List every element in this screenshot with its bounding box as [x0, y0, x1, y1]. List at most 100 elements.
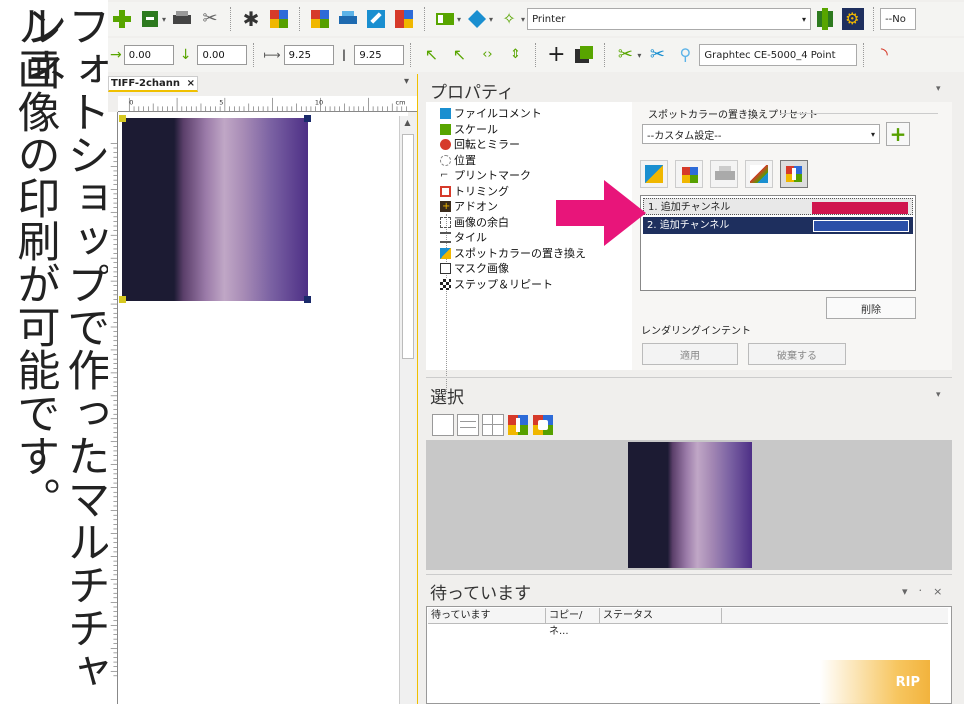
printer-icon[interactable]	[171, 8, 193, 30]
scrollbar-thumb[interactable]	[402, 134, 414, 359]
single-view-button[interactable]	[432, 414, 454, 436]
tree-item-label: スケール	[454, 122, 498, 136]
chevron-down-icon[interactable]: ▾	[404, 76, 409, 87]
printer-color-icon[interactable]	[337, 8, 359, 30]
channel-row[interactable]: 2. 追加チャンネル	[643, 217, 913, 234]
document-scrollbar[interactable]: ▲	[399, 116, 415, 704]
color-blocks-icon[interactable]	[393, 8, 415, 30]
cutter-icon[interactable]: ⚲	[674, 44, 696, 66]
tree-item-label: 画像の余白	[454, 215, 509, 229]
width-field[interactable]: 9.25	[283, 45, 334, 65]
fit-height-icon[interactable]: ⇕	[504, 44, 526, 66]
x-position-field[interactable]: 0.00	[123, 45, 174, 65]
zoom-out-icon[interactable]: ↖	[448, 44, 470, 66]
fit-width-icon[interactable]: ‹›	[476, 44, 498, 66]
channel-list[interactable]: 1. 追加チャンネル 2. 追加チャンネル	[640, 195, 916, 291]
rendering-intent-label: レンダリングインテント	[641, 326, 751, 337]
tree-item-file-comment[interactable]: ファイルコメント	[434, 106, 586, 122]
printer-combo[interactable]: Printer ▾	[527, 8, 812, 30]
printer-button[interactable]	[710, 160, 738, 188]
chevron-down-icon[interactable]: ▾	[637, 51, 641, 60]
width-value: 9.25	[288, 49, 311, 61]
nest-icon[interactable]	[466, 8, 488, 30]
queue-col-status[interactable]: ステータス	[600, 608, 722, 623]
printer-settings-icon[interactable]	[814, 8, 836, 30]
settings-icon[interactable]: ✱	[240, 8, 262, 30]
queue-col-copies[interactable]: コピー/ネ...	[546, 608, 600, 637]
queue-header: 待っています コピー/ネ... ステータス	[428, 608, 948, 637]
delete-button[interactable]: 削除	[826, 297, 916, 319]
grid-view-button[interactable]	[482, 414, 504, 436]
selection-preview-image[interactable]	[628, 442, 752, 568]
apply-button[interactable]: 適用	[642, 343, 738, 365]
right-combo[interactable]: --No	[880, 8, 917, 30]
discard-button[interactable]: 破棄する	[748, 343, 846, 365]
channel-row[interactable]: 1. 追加チャンネル	[643, 198, 913, 215]
cut-settings-icon[interactable]: ✂	[646, 44, 668, 66]
ruler-icon[interactable]	[365, 8, 387, 30]
resize-handle[interactable]	[119, 296, 126, 303]
channel-color-swatch[interactable]	[812, 202, 908, 214]
chevron-down-icon[interactable]: ▾	[457, 15, 461, 24]
queue-panel-controls[interactable]: ▾ ᛫ ×	[902, 585, 945, 598]
zoom-in-icon[interactable]: ↖	[420, 44, 442, 66]
multichannel-image[interactable]	[122, 118, 308, 301]
toolbar-separator	[604, 43, 606, 67]
channel-view-button[interactable]	[507, 414, 529, 436]
list-view-button[interactable]	[457, 414, 479, 436]
channel-info-button[interactable]	[780, 160, 808, 188]
tree-item-position[interactable]: 位置	[434, 153, 586, 169]
selection-title: 選択	[430, 388, 464, 408]
cut-contour-icon[interactable]: ✂	[614, 44, 636, 66]
cut-start-icon[interactable]: ◝	[873, 44, 895, 66]
tree-item-mask-image[interactable]: マスク画像	[434, 261, 586, 277]
right-combo-value: --No	[885, 13, 906, 25]
magic-wand-icon[interactable]: ✧	[498, 8, 520, 30]
height-field[interactable]: 9.25	[354, 45, 405, 65]
document-tab[interactable]: TIFF-2chann ×	[108, 76, 198, 92]
crosshair-icon[interactable]: +	[545, 44, 567, 66]
tree-item-scale[interactable]: スケール	[434, 122, 586, 138]
panel-splitter[interactable]	[417, 74, 424, 704]
queue-col-waiting[interactable]: 待っています	[428, 608, 546, 623]
tree-item-rotate-mirror[interactable]: 回転とミラー	[434, 137, 586, 153]
layout-icon[interactable]	[434, 8, 456, 30]
addon-icon: +	[440, 201, 451, 212]
add-preset-button[interactable]: +	[886, 122, 910, 146]
tree-item-step-repeat[interactable]: ステップ＆リピート	[434, 277, 586, 293]
tree-item-label: 位置	[454, 153, 476, 167]
chevron-down-icon[interactable]: ▾	[489, 15, 493, 24]
channel-label: 2. 追加チャンネル	[647, 220, 730, 231]
chevron-down-icon[interactable]: ▾	[936, 390, 941, 400]
add-file-icon[interactable]	[139, 8, 161, 30]
resize-handle[interactable]	[304, 296, 311, 303]
toolbar-separator	[299, 7, 301, 31]
chevron-down-icon[interactable]: ▾	[162, 15, 166, 24]
color-palette-button[interactable]	[675, 160, 703, 188]
color-grid-icon[interactable]	[268, 8, 290, 30]
preset-combo[interactable]: --カスタム設定-- ▾	[642, 124, 880, 144]
panel-divider	[426, 574, 952, 575]
preview-view-button[interactable]	[532, 414, 554, 436]
screenshot-root: フォトショップで作ったマルチチャンネ ル画像の印刷が可能です。 ▾ ✂ ✱ ▾ …	[0, 0, 964, 704]
color-swatch-icon[interactable]	[309, 8, 331, 30]
add-job-icon[interactable]	[111, 8, 133, 30]
close-icon[interactable]: ×	[187, 78, 195, 89]
chevron-down-icon[interactable]: ▾	[936, 84, 941, 94]
measure-button[interactable]	[745, 160, 773, 188]
caption-line-1: フォトショップで作ったマルチチャンネ	[17, 4, 110, 692]
cutter-combo[interactable]: Graphtec CE-5000_4 Point	[699, 44, 858, 66]
gear-color-icon[interactable]: ⚙	[842, 8, 865, 30]
scissors-icon[interactable]: ✂	[199, 8, 221, 30]
app-window: ▾ ✂ ✱ ▾ ▾ ✧ ▾ Printer ▾ ⚙ --No → 0.00 ↓ …	[108, 0, 964, 704]
tree-item-label: マスク画像	[454, 262, 509, 275]
chevron-down-icon[interactable]: ▾	[521, 15, 525, 24]
resize-handle[interactable]	[119, 115, 126, 122]
scroll-up-icon[interactable]: ▲	[400, 116, 415, 130]
resize-handle[interactable]	[304, 115, 311, 122]
channel-color-swatch[interactable]	[813, 220, 909, 232]
rip-button[interactable]: RIP	[820, 660, 930, 704]
tree-item-spot-color-replace[interactable]: スポットカラーの置き換え	[434, 246, 586, 262]
page-size-icon[interactable]	[573, 44, 595, 66]
y-position-field[interactable]: 0.00	[197, 45, 248, 65]
